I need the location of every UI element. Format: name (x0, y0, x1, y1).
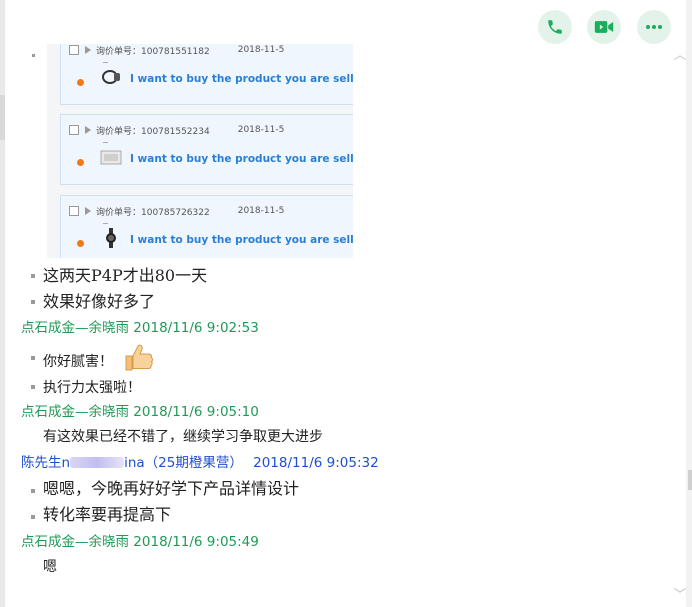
bullet-dot (31, 356, 35, 360)
sender-name: 点石成金—余晓雨 (21, 404, 129, 420)
product-link: I want to buy the product you are sellin… (130, 73, 353, 85)
play-triangle-icon (85, 126, 91, 134)
message-time: 2018/11/6 9:05:10 (133, 404, 259, 420)
status-dot (77, 79, 84, 86)
bullet-dot (31, 274, 35, 278)
message-sender: 点石成金—余晓雨 2018/11/6 9:05:10 (21, 403, 259, 421)
chat-history[interactable]: 询价单号：100781551182 2018-11-5 I want to bu… (0, 0, 670, 607)
thumbs-up-icon (125, 344, 154, 371)
sender-name: 点石成金—余晓雨 (21, 320, 129, 336)
watch-product-icon (102, 70, 120, 84)
play-triangle-icon (85, 207, 91, 215)
message-time: 2018/11/6 9:05:32 (253, 455, 379, 471)
inquiry-card: 询价单号：100781552234 2018-11-5 I want to bu… (60, 114, 353, 185)
inquiry-date: 2018-11-5 (237, 45, 285, 55)
product-link: I want to buy the product you are sellin… (130, 234, 353, 246)
message-text: 转化率要再提高下 (43, 505, 172, 524)
inquiry-card-header: 询价单号：100781552234 2018-11-5 (69, 123, 284, 137)
phone-icon (548, 20, 562, 34)
inquiry-date: 2018-11-5 (237, 125, 285, 135)
inquiry-card-header: 询价单号：100785726322 2018-11-5 (69, 204, 284, 218)
chat-window: 询价单号：100781551182 2018-11-5 I want to bu… (0, 0, 692, 607)
more-options-button[interactable] (637, 10, 671, 44)
inquiry-card-header: 询价单号：100781551182 2018-11-5 (69, 44, 284, 57)
divider (103, 62, 108, 63)
inquiry-number: 询价单号：100785726322 (96, 207, 210, 218)
message-text: 效果好像好多了 (43, 292, 156, 311)
bullet-dot (31, 515, 35, 519)
message-text: 嗯 (43, 559, 57, 575)
message-text: 有这效果已经不错了，继续学习争取更大进步 (43, 429, 323, 445)
message-sender: 点石成金—余晓雨 2018/11/6 9:02:53 (21, 319, 259, 337)
divider (103, 223, 108, 224)
message-text: 嗯嗯，今晚再好好学下产品详情设计 (43, 479, 300, 498)
bullet-dot (31, 385, 35, 389)
checkbox-icon (69, 125, 79, 135)
inquiry-card: 询价单号：100781551182 2018-11-5 I want to bu… (60, 44, 353, 105)
checkbox-icon (69, 45, 79, 55)
product-link: I want to buy the product you are sellin… (130, 153, 353, 165)
sender-name-suffix: ina（25期橙果营） (124, 455, 243, 471)
message-text: 执行力太强啦！ (43, 380, 141, 396)
checkbox-icon (69, 206, 79, 216)
status-dot (77, 159, 84, 166)
bullet-dot (31, 489, 35, 493)
redaction-mask (70, 457, 125, 468)
video-call-button[interactable] (587, 10, 621, 44)
more-icon (646, 25, 662, 29)
wristwatch-product-icon (106, 228, 116, 248)
voice-call-button[interactable] (538, 10, 572, 44)
scrollbar-thumb[interactable] (688, 470, 692, 490)
sender-name-visible-letter: n (61, 455, 71, 471)
bullet-dot (32, 54, 35, 57)
inquiry-date: 2018-11-5 (237, 206, 285, 216)
divider (103, 142, 108, 143)
sender-name-prefix: 陈先生 (21, 455, 62, 471)
scroll-down-chevron-icon[interactable]: ﹀ (672, 588, 688, 604)
video-call-icon (594, 21, 614, 33)
message-time: 2018/11/6 9:02:53 (133, 320, 259, 336)
embedded-screenshot[interactable]: 询价单号：100781551182 2018-11-5 I want to bu… (47, 44, 353, 258)
message-sender: 点石成金—余晓雨 2018/11/6 9:05:49 (21, 533, 259, 551)
bullet-dot (31, 300, 35, 304)
message-text: 你好腻害！ (43, 354, 113, 370)
sender-name: 点石成金—余晓雨 (21, 534, 129, 550)
scrollbar-track[interactable] (686, 0, 692, 607)
inquiry-number: 询价单号：100781551182 (96, 46, 210, 57)
message-sender: 陈先生n ina（25期橙果营） 2018/11/6 9:05:32 (21, 454, 379, 472)
scroll-up-chevron-icon[interactable]: ︿ (672, 48, 688, 64)
message-text: 这两天P4P才出80一天 (43, 266, 208, 285)
play-triangle-icon (85, 46, 91, 54)
status-dot (77, 240, 84, 247)
inquiry-number: 询价单号：100781552234 (96, 126, 210, 137)
message-time: 2018/11/6 9:05:49 (133, 534, 259, 550)
inquiry-card: 询价单号：100785726322 2018-11-5 I want to bu… (60, 195, 353, 258)
product-thumbnail-icon (100, 150, 122, 165)
